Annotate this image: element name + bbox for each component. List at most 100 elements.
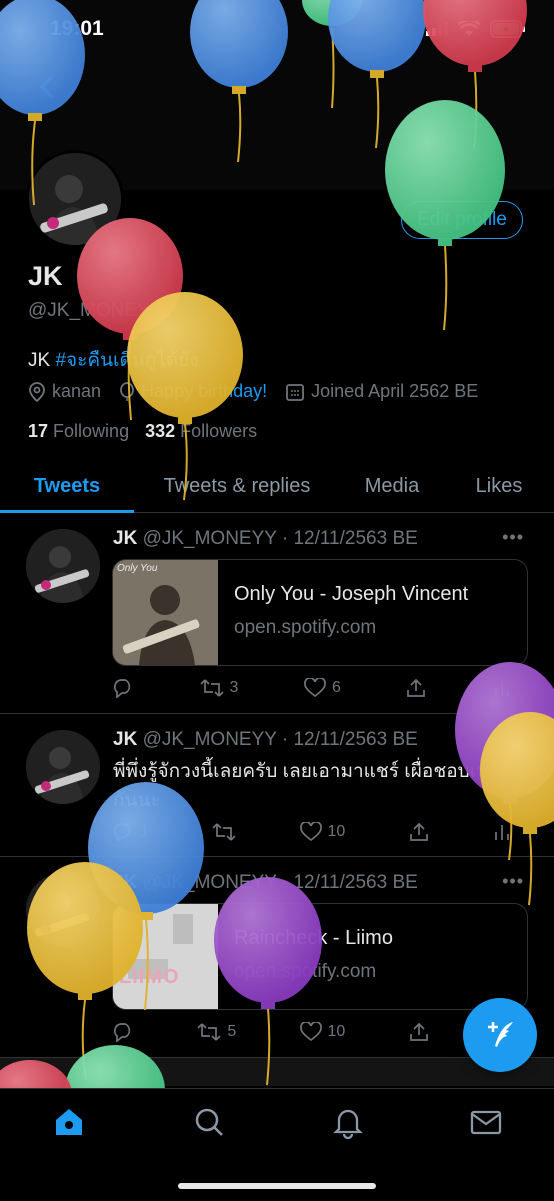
- card-image: Only You: [113, 560, 218, 665]
- profile-tabs: Tweets Tweets & replies Media Likes: [0, 460, 554, 513]
- analytics-icon: [495, 825, 509, 840]
- profile-handle: @JK_MONEYY: [28, 300, 163, 321]
- following-count: 17: [28, 421, 49, 441]
- retweet-button[interactable]: 3: [199, 678, 239, 698]
- profile-location: kanan: [52, 381, 102, 401]
- tweet-handle-date: @JK_MONEYY · 12/11/2563 BE: [142, 872, 418, 893]
- tweet-handle-date: @JK_MONEYY · 12/11/2563 BE: [142, 528, 418, 549]
- tweet-item[interactable]: JK @JK_MONEYY · 12/11/2563 BE ••• Only Y…: [0, 513, 554, 714]
- home-indicator: [178, 1183, 376, 1189]
- retweet-count: 5: [227, 1023, 237, 1040]
- retweet-count: 3: [229, 679, 239, 696]
- like-button[interactable]: 10: [299, 822, 346, 842]
- bio-text: JK: [28, 350, 56, 371]
- retweet-icon: [197, 1023, 221, 1041]
- link-card[interactable]: LIIMO Raincheck - Liimo open.spotify.com: [112, 903, 528, 1010]
- share-icon: [409, 1022, 428, 1041]
- battery-icon: [490, 20, 525, 38]
- feather-plus-icon: [488, 1022, 513, 1047]
- heart-icon: [299, 822, 322, 842]
- share-button[interactable]: [406, 678, 426, 698]
- tweet-avatar[interactable]: [26, 529, 100, 603]
- tweet-actions: 1 10: [112, 822, 512, 842]
- wifi-icon: [458, 21, 480, 36]
- profile-avatar[interactable]: [26, 150, 124, 248]
- tweet-actions: 3 6: [112, 678, 512, 698]
- home-icon[interactable]: [52, 1105, 86, 1139]
- followers-link[interactable]: 332 Followers: [145, 421, 257, 442]
- reply-count: 1: [140, 823, 149, 840]
- profile-name: JK: [28, 261, 63, 291]
- status-time: 19:01: [50, 17, 104, 40]
- retweet-button[interactable]: 5: [197, 1022, 236, 1042]
- search-icon[interactable]: [192, 1105, 226, 1139]
- status-icons: [426, 20, 526, 38]
- tweet-handle-date: @JK_MONEYY · 12/11/2563 BE: [142, 729, 418, 750]
- tab-tweets[interactable]: Tweets: [0, 460, 134, 513]
- tab-tweets-replies[interactable]: Tweets & replies: [134, 460, 340, 512]
- signal-icon: [426, 22, 448, 36]
- reply-icon: [114, 823, 131, 842]
- analytics-icon: [495, 681, 509, 696]
- share-button[interactable]: [409, 1022, 429, 1042]
- tweet-author[interactable]: JK: [113, 729, 137, 750]
- tweet-author[interactable]: JK: [113, 872, 137, 893]
- reply-button[interactable]: [112, 1022, 134, 1042]
- analytics-button[interactable]: [492, 822, 512, 842]
- retweet-icon: [199, 679, 224, 697]
- location-pin-icon: [29, 381, 45, 402]
- timeline-divider: [0, 1058, 554, 1086]
- share-icon: [409, 822, 428, 841]
- profile-counts: 17 Following 332 Followers: [28, 421, 257, 442]
- card-image-caption: Only You: [117, 563, 158, 574]
- reply-icon: [114, 679, 131, 698]
- bio-hashtag-link[interactable]: #จะคืนเดินกูได้ยัง: [55, 350, 198, 371]
- link-card[interactable]: Only You Only You - Joseph Vincent open.…: [112, 559, 528, 666]
- tweet-text: พี่พึ่งรู้จักวงนี้เลยครับ เลยเอามาแชร์ เ…: [113, 761, 526, 811]
- like-button[interactable]: 10: [299, 1022, 346, 1042]
- like-count: 10: [327, 1023, 346, 1040]
- tweet-avatar[interactable]: [26, 873, 100, 947]
- share-button[interactable]: [409, 822, 429, 842]
- bell-icon[interactable]: [331, 1105, 365, 1140]
- tweet-header: JK @JK_MONEYY · 12/11/2563 BE: [113, 528, 418, 550]
- balloon-icon: [120, 381, 134, 401]
- card-title: Raincheck - Liimo: [234, 927, 393, 949]
- back-arrow-icon[interactable]: [32, 72, 62, 102]
- tab-likes[interactable]: Likes: [444, 460, 554, 512]
- card-domain: open.spotify.com: [234, 617, 377, 638]
- tweet-author[interactable]: JK: [113, 528, 137, 549]
- following-label: Following: [53, 421, 130, 441]
- following-link[interactable]: 17 Following: [28, 421, 129, 442]
- reply-icon: [114, 1023, 131, 1042]
- profile-bio: JK #จะคืนเดินกูได้ยัง: [28, 345, 199, 375]
- tab-media[interactable]: Media: [340, 460, 444, 512]
- profile-joined: Joined April 2562 BE: [311, 381, 479, 401]
- profile-meta: kanan Happy birthday! Joined April 2562 …: [28, 381, 478, 402]
- card-title: Only You - Joseph Vincent: [234, 583, 469, 605]
- tweet-item[interactable]: JK @JK_MONEYY · 12/11/2563 BE พี่พึ่งรู้…: [0, 714, 554, 857]
- share-icon: [407, 678, 426, 697]
- retweet-icon: [212, 823, 236, 841]
- card-image-caption: LIIMO: [119, 966, 180, 988]
- like-button[interactable]: 6: [304, 678, 341, 698]
- followers-label: Followers: [180, 421, 258, 441]
- followers-count: 332: [145, 421, 176, 441]
- retweet-button[interactable]: [212, 822, 236, 842]
- compose-tweet-button[interactable]: [463, 998, 537, 1072]
- reply-button[interactable]: [112, 678, 134, 698]
- tweet-avatar[interactable]: [26, 730, 100, 804]
- more-options-icon[interactable]: •••: [502, 871, 524, 892]
- mail-icon[interactable]: [469, 1105, 503, 1139]
- like-count: 10: [327, 823, 346, 840]
- like-count: 6: [332, 679, 341, 696]
- heart-icon: [304, 678, 326, 698]
- calendar-icon: [286, 383, 305, 401]
- analytics-button[interactable]: [492, 678, 512, 698]
- more-options-icon[interactable]: •••: [502, 527, 524, 548]
- edit-profile-button[interactable]: Edit profile: [401, 201, 523, 239]
- reply-button[interactable]: 1: [112, 822, 149, 842]
- heart-icon: [299, 1022, 322, 1042]
- card-domain: open.spotify.com: [234, 961, 377, 982]
- profile-birthday-link[interactable]: Happy birthday!: [141, 381, 267, 402]
